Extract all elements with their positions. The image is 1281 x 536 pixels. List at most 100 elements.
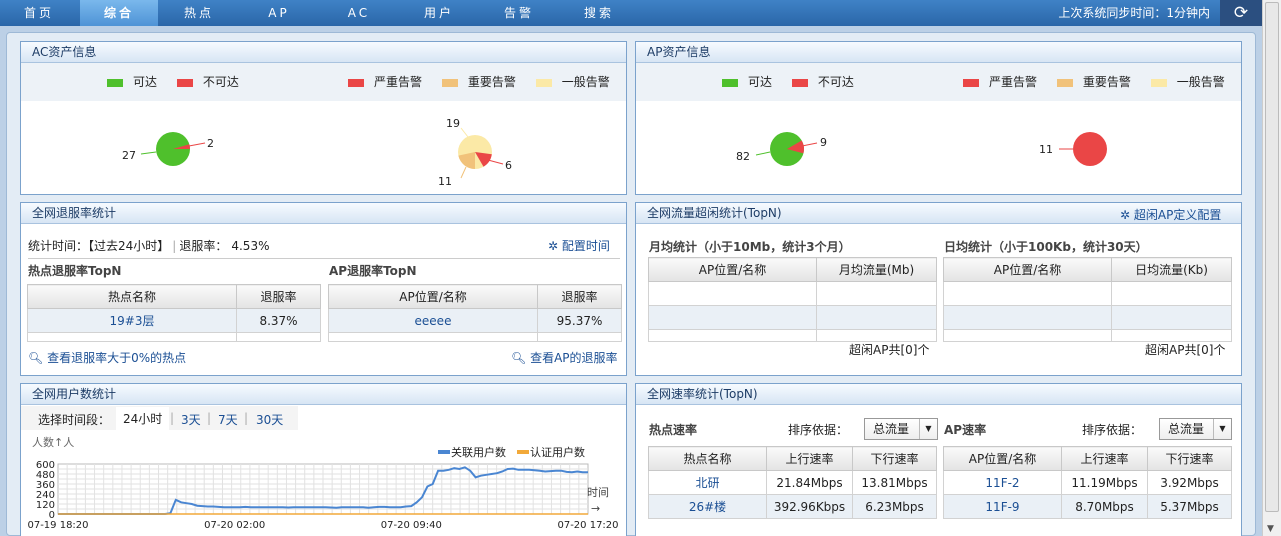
select-value: 总流量 (1168, 422, 1205, 436)
legend-swatch-unreachable (176, 78, 193, 87)
chart-legend: 关联用户数 认证用户数 (438, 445, 585, 459)
offline-rate-panel: 全网退服率统计 统计时间：【过去24小时】 | 退服率： 4.53% ✲ 配置时间 热… (20, 202, 627, 376)
idle-config-link[interactable]: ✲ 超闲AP定义配置 (1120, 206, 1221, 223)
legend-swatch-reachable (107, 78, 123, 87)
x-axis-arrow-icon: → (591, 502, 600, 515)
legend-swatch-reachable (722, 78, 738, 87)
dashboard-container: AC资产信息 可达 不可达 严重告警 重要告警 一般告警 2 27 6 11 1… (6, 32, 1256, 536)
table-row[interactable]: 11F-2 11.19Mbps 3.92Mbps (943, 470, 1232, 495)
nav-tab-ap[interactable]: AP (240, 0, 318, 26)
x-tick-label: 07-20 09:40 (381, 520, 442, 531)
nav-tab-users[interactable]: 用户 (400, 0, 478, 26)
table-row[interactable]: 北研 21.84Mbps 13.81Mbps (648, 470, 937, 495)
ap-sort-select[interactable]: 总流量 ▼ (1159, 418, 1232, 440)
cell: 13.81Mbps (852, 470, 937, 495)
legend-reachability: 可达 不可达 (107, 63, 239, 101)
ac-critical-count: 6 (505, 159, 512, 172)
nav-tab-overview[interactable]: 综合 (80, 0, 158, 26)
ap-name-link[interactable]: 11F-9 (943, 494, 1062, 519)
rate-panel: 全网速率统计(TopN) 热点速率 排序依据： 总流量 ▼ AP速率 排序依据： … (635, 383, 1242, 536)
chevron-down-icon: ▼ (1213, 419, 1231, 439)
hotspot-name-link[interactable]: 北研 (648, 470, 767, 495)
range-selector: 选择时间段： 24小时 | 3天 | 7天 | 30天 (21, 406, 298, 430)
col-header: 上行速率 (766, 446, 853, 471)
legend-swatch-critical (348, 78, 364, 87)
ap-alarm-pie-critical[interactable] (1073, 132, 1107, 166)
range-30d[interactable]: 30天 (256, 411, 283, 428)
nav-tab-ac[interactable]: AC (320, 0, 398, 26)
legend-associated: 关联用户数 (451, 445, 506, 459)
rate-value: 4.53% (231, 239, 270, 253)
range-3d[interactable]: 3天 (181, 411, 201, 428)
legend-label: 不可达 (817, 75, 854, 89)
monthly-total: 超闲AP共[0]个 (849, 343, 930, 357)
nav-tab-home[interactable]: 首页 (0, 0, 78, 26)
table-row[interactable]: eeeee 95.37% (328, 308, 622, 333)
x-tick-label: 07-20 17:20 (557, 520, 618, 531)
daily-total: 超闲AP共[0]个 (1145, 343, 1226, 357)
hotspot-name-link[interactable]: 19#3层 (27, 308, 237, 333)
ac-unreachable-count: 2 (207, 137, 214, 150)
panel-title: AC资产信息 (21, 42, 626, 63)
col-header: AP位置/名称 (943, 257, 1112, 282)
hotspot-sort-select[interactable]: 总流量 ▼ (864, 418, 938, 440)
panel-title: 全网用户数统计 (21, 384, 626, 405)
col-header: 下行速率 (1147, 446, 1232, 471)
legend-label: 严重告警 (374, 75, 423, 89)
table-row[interactable]: 26#楼 392.96Kbps 6.23Mbps (648, 494, 937, 519)
daily-heading: 日均统计（小于100Kb，统计30天） (944, 240, 1148, 254)
scrollbar-thumb[interactable] (1265, 2, 1279, 512)
gear-icon: ✲ (548, 239, 559, 253)
view-hotspot-offline-link[interactable]: 🔍︎ 查看退服率大于0%的热点 (28, 349, 186, 366)
hotspot-offline-table: 热点名称 退服率 19#3层 8.37% (27, 284, 321, 342)
hotspot-rate-heading: 热点速率 (649, 423, 698, 437)
col-header: AP位置/名称 (328, 284, 538, 309)
legend-label: 重要告警 (467, 75, 516, 89)
refresh-icon[interactable]: ⟳ (1220, 0, 1262, 26)
cell: 3.92Mbps (1147, 470, 1232, 495)
nav-tab-hotspot[interactable]: 热点 (160, 0, 238, 26)
monthly-heading: 月均统计（小于10Mb，统计3个月） (649, 240, 851, 254)
col-header: 退服率 (236, 284, 321, 309)
link-label: 查看退服率大于0%的热点 (47, 351, 187, 365)
nav-tab-search[interactable]: 搜索 (560, 0, 638, 26)
hotspot-heading: 热点退服率TopN (28, 264, 122, 278)
legend-swatch-unreachable (791, 78, 808, 87)
range-24h[interactable]: 24小时 (116, 407, 170, 430)
user-count-line-chart: 人数↑人 关联用户数 认证用户数 6004803602401200 07-19 … (27, 436, 618, 531)
ap-offline-table: AP位置/名称 退服率 eeeee 95.37% (328, 284, 622, 342)
y-axis-label: 人数↑人 (32, 436, 74, 449)
legend-label: 重要告警 (1082, 75, 1131, 89)
vertical-scrollbar[interactable]: ▼ (1262, 0, 1281, 536)
cell: 21.84Mbps (766, 470, 853, 495)
cell: 6.23Mbps (852, 494, 937, 519)
view-ap-offline-link[interactable]: 🔍︎ 查看AP的退服率 (511, 349, 618, 366)
legend-swatch-associated (438, 450, 450, 454)
sync-status: 上次系统同步时间：1分钟内 (1058, 6, 1210, 20)
select-value: 总流量 (873, 422, 910, 436)
config-time-link[interactable]: ✲ 配置时间 (548, 237, 610, 254)
legend-swatch-critical (963, 78, 979, 87)
ap-unreachable-count: 9 (820, 136, 827, 149)
hotspot-rate-table: 热点名称 上行速率 下行速率 北研 21.84Mbps 13.81Mbps 26#楼 39… (648, 446, 937, 519)
table-row[interactable]: 11F-9 8.70Mbps 5.37Mbps (943, 494, 1232, 519)
cell: 8.37% (236, 308, 321, 333)
ap-name-link[interactable]: 11F-2 (943, 470, 1062, 495)
legend-alarm: 严重告警 重要告警 一般告警 (348, 63, 610, 101)
range-7d[interactable]: 7天 (218, 411, 238, 428)
legend-bar: 可达 不可达 严重告警 重要告警 一般告警 (636, 63, 1241, 101)
sort-label: 排序依据： (1082, 423, 1143, 437)
col-header: 退服率 (537, 284, 622, 309)
legend-label: 不可达 (202, 75, 239, 89)
nav-tab-alarms[interactable]: 告警 (480, 0, 558, 26)
scroll-down-arrow-icon[interactable]: ▼ (1267, 524, 1274, 534)
top-nav: 首页 综合 热点 AP AC 用户 告警 搜索 上次系统同步时间：1分钟内 ⟳ (0, 0, 1262, 26)
ap-name-link[interactable]: eeeee (328, 308, 538, 333)
ap-pie-charts: 9 82 11 (736, 132, 1107, 166)
sort-label: 排序依据： (788, 423, 849, 437)
col-header: 热点名称 (648, 446, 767, 471)
user-count-panel: 全网用户数统计 选择时间段： 24小时 | 3天 | 7天 | 30天 人数↑人… (20, 383, 627, 536)
hotspot-name-link[interactable]: 26#楼 (648, 494, 767, 519)
ac-major-count: 11 (438, 175, 452, 188)
table-row[interactable]: 19#3层 8.37% (27, 308, 321, 333)
